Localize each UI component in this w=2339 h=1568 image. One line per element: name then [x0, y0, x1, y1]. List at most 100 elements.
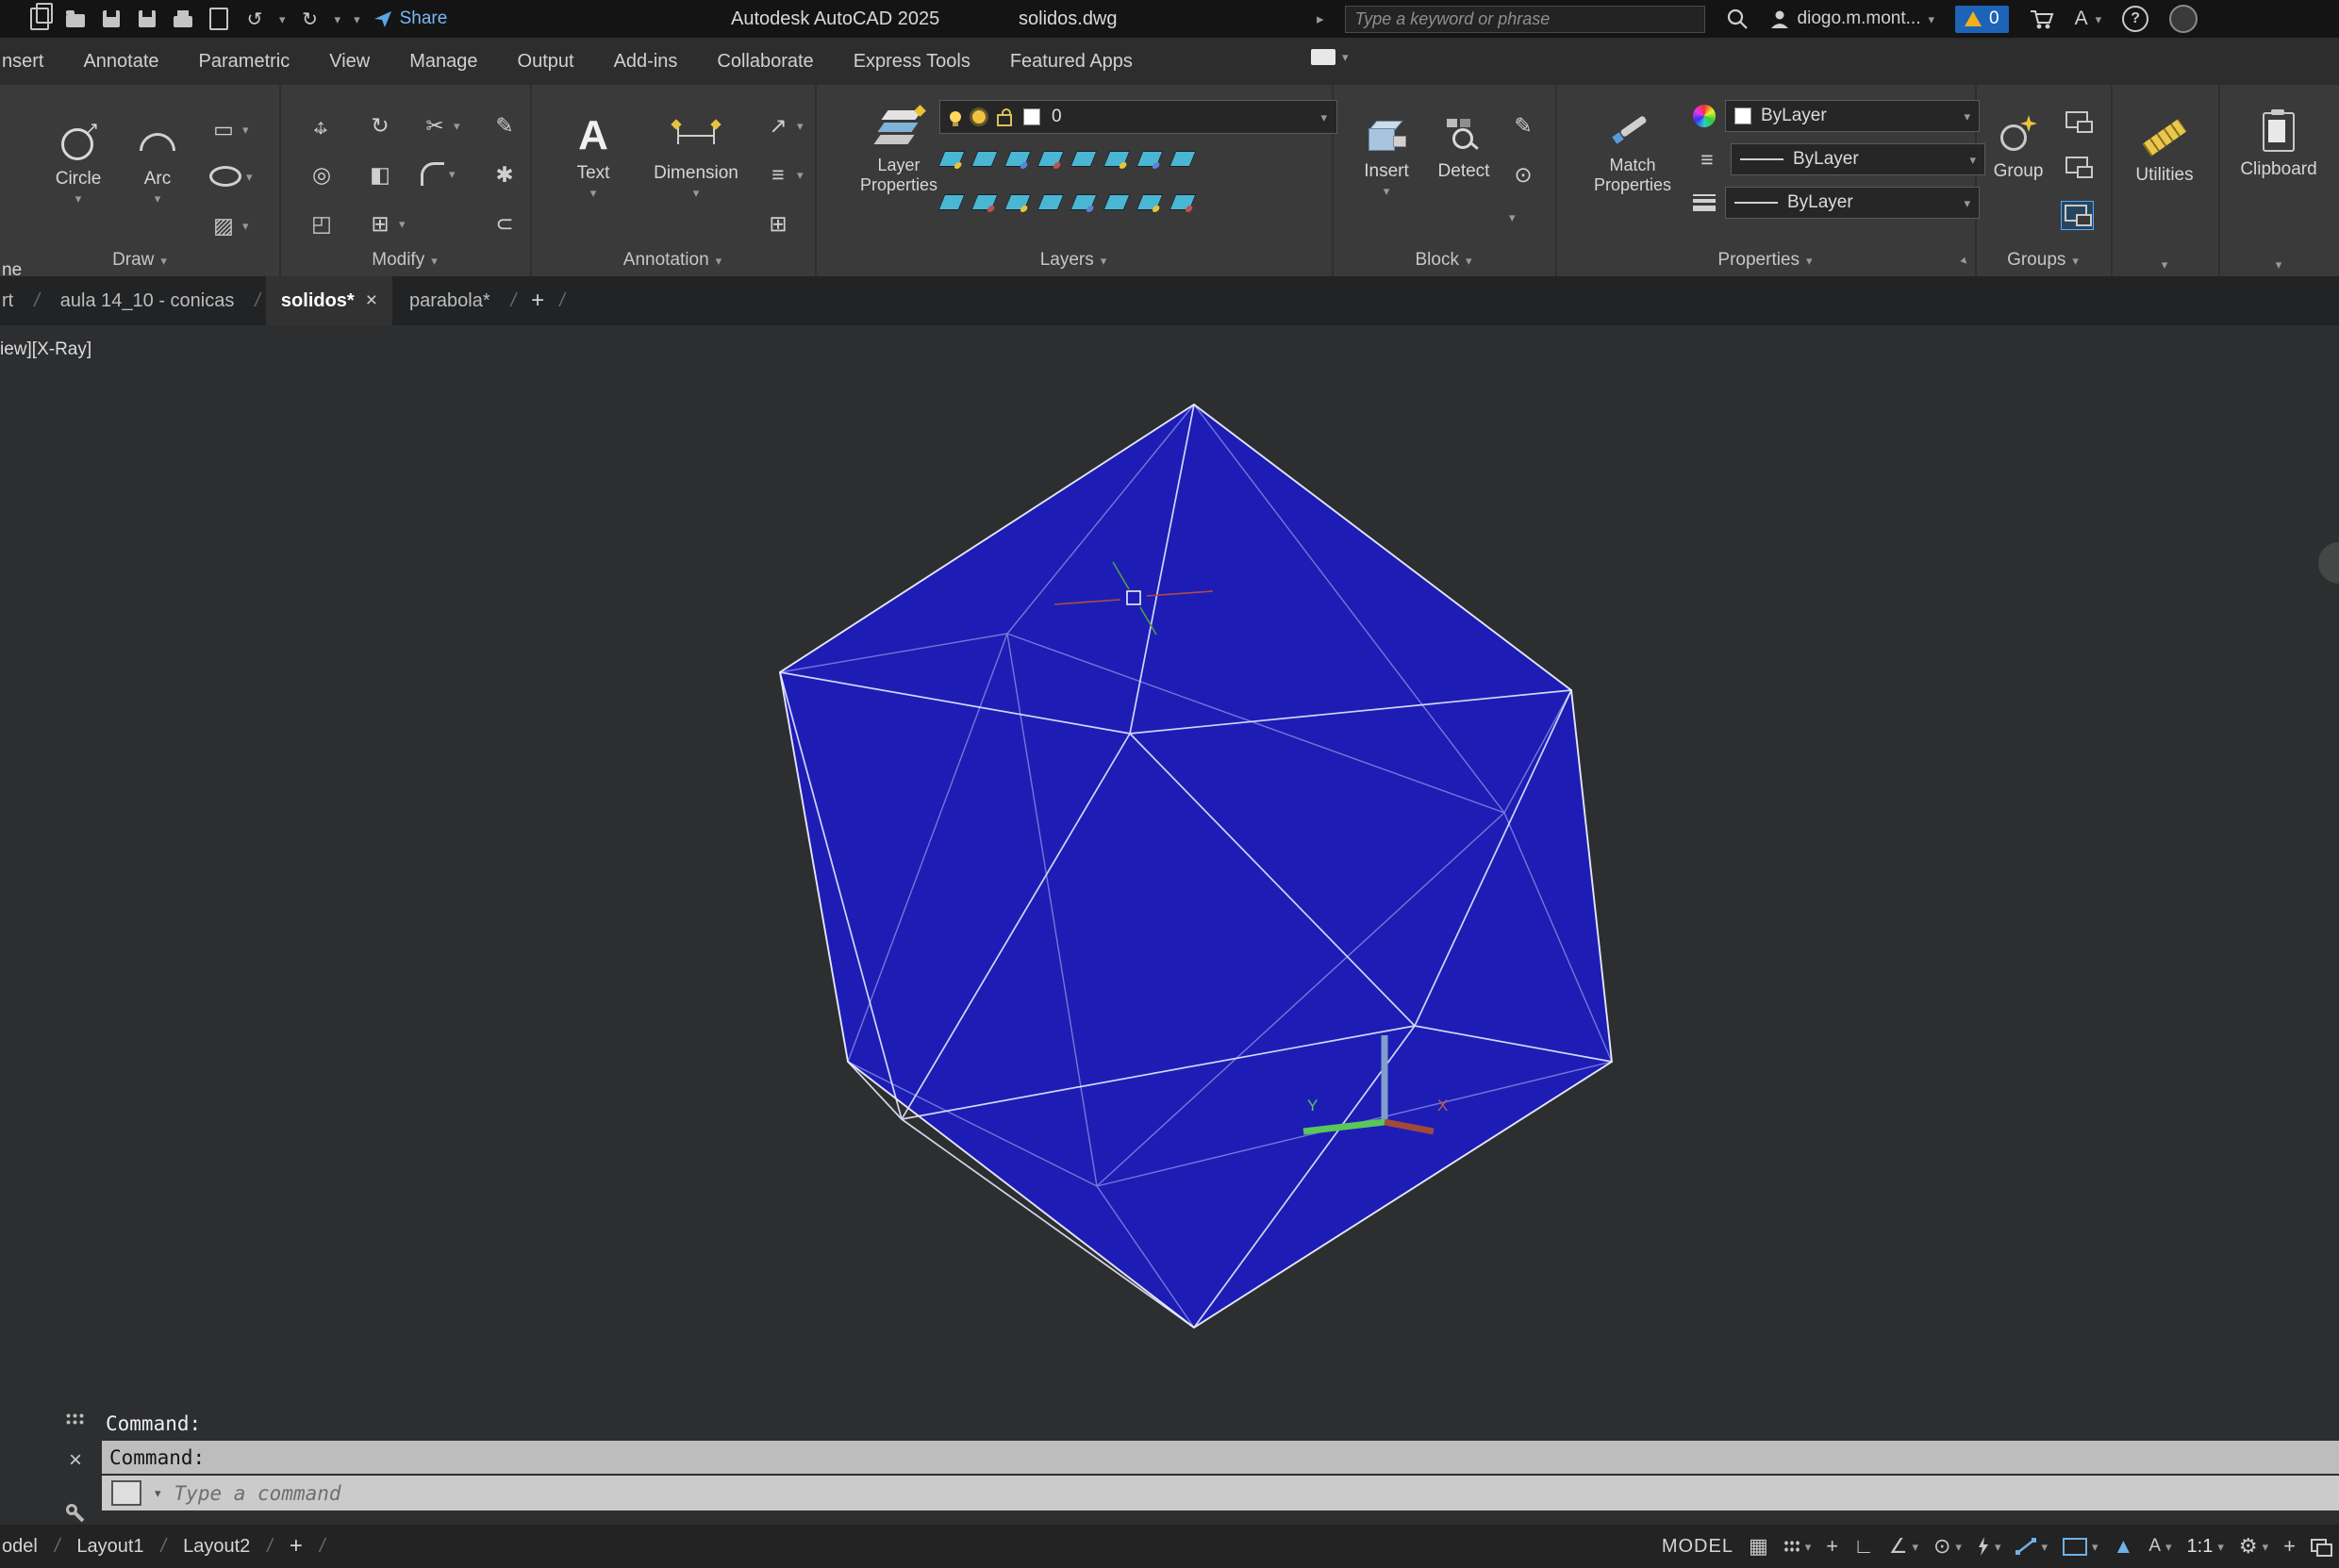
- ortho-toggle[interactable]: ∟: [1853, 1534, 1874, 1559]
- user-account-menu[interactable]: diogo.m.mont... ▾: [1769, 8, 1934, 29]
- command-customize-button[interactable]: [57, 1503, 94, 1524]
- layer-state-icon[interactable]: [1170, 194, 1197, 210]
- layer-state-icon[interactable]: [1136, 194, 1164, 210]
- model-space-toggle[interactable]: MODEL: [1662, 1536, 1734, 1558]
- command-input-row[interactable]: ▾ Type a command: [102, 1476, 2339, 1510]
- autodesk-assistant-menu[interactable]: A ▾: [2075, 8, 2102, 30]
- array-tool[interactable]: ⊞▾: [366, 211, 406, 237]
- object-color-dropdown[interactable]: ByLayer▾: [1725, 100, 1980, 132]
- annotation-visibility-toggle[interactable]: ▲: [2114, 1534, 2134, 1559]
- layer-state-icon[interactable]: [1004, 194, 1032, 210]
- layer-state-icon[interactable]: [1070, 194, 1098, 210]
- layer-state-icon[interactable]: [971, 194, 999, 210]
- search-input[interactable]: Type a keyword or phrase: [1345, 6, 1705, 33]
- group-edit-tool[interactable]: [2062, 202, 2093, 229]
- tab-annotate[interactable]: Annotate: [63, 38, 178, 85]
- panel-label-clipboard[interactable]: ▾: [2218, 258, 2339, 271]
- tab-output[interactable]: Output: [498, 38, 594, 85]
- layer-control-dropdown[interactable]: 0 ▾: [939, 100, 1337, 134]
- save-icon[interactable]: [100, 7, 123, 31]
- fillet-tool[interactable]: ▾: [421, 162, 456, 186]
- panel-label-annotation[interactable]: Annotation▾: [530, 250, 815, 271]
- layer-properties-tool[interactable]: Layer Properties: [843, 104, 954, 194]
- help-icon[interactable]: ?: [2122, 6, 2148, 32]
- explode-tool[interactable]: ✱: [490, 162, 519, 188]
- store-cart-icon[interactable]: [2030, 8, 2054, 30]
- file-tab-conicas[interactable]: aula 14_10 - conicas: [45, 276, 250, 325]
- text-tool[interactable]: A Text ▾: [558, 111, 628, 199]
- new-file-icon[interactable]: [28, 7, 51, 31]
- block-attributes-tool[interactable]: ⊙: [1509, 162, 1537, 188]
- panel-label-layers[interactable]: Layers▾: [815, 250, 1332, 271]
- arc-tool[interactable]: Arc ▾: [124, 117, 191, 205]
- dynamic-input-toggle[interactable]: ▾: [2063, 1538, 2098, 1556]
- open-file-icon[interactable]: [64, 7, 87, 31]
- block-edit-tool[interactable]: ✎: [1509, 113, 1537, 139]
- table-tool[interactable]: ⊞: [764, 211, 792, 237]
- annotation-scale-control[interactable]: 1:1▾: [2187, 1536, 2224, 1558]
- move-tool[interactable]: ↔↕: [307, 113, 334, 140]
- layer-state-icon[interactable]: [1070, 151, 1098, 167]
- rectangle-tool[interactable]: ▭▾: [209, 117, 249, 142]
- offset-tool[interactable]: ◎: [307, 162, 336, 188]
- polar-tracking-toggle[interactable]: ∠▾: [1889, 1534, 1918, 1559]
- panel-label-groups[interactable]: Groups▾: [1975, 250, 2111, 271]
- tab-view[interactable]: View: [309, 38, 390, 85]
- command-drag-handle[interactable]: [57, 1412, 94, 1425]
- layer-state-icon[interactable]: [938, 194, 966, 210]
- redo-button[interactable]: ↻: [299, 7, 322, 31]
- new-layout-button[interactable]: +: [290, 1533, 303, 1560]
- trim-tool[interactable]: ✂▾: [421, 113, 460, 139]
- ungroup-tool[interactable]: [2065, 157, 2088, 173]
- sheet-set-icon[interactable]: [207, 7, 230, 31]
- layer-state-icon[interactable]: [938, 151, 966, 167]
- utilities-tool[interactable]: Utilities: [2122, 113, 2207, 186]
- isodraft-toggle[interactable]: ⊙▾: [1933, 1534, 1962, 1559]
- layout1-tab[interactable]: Layout1: [76, 1536, 143, 1558]
- layer-state-icon[interactable]: [1004, 151, 1032, 167]
- command-prompt-icon[interactable]: [111, 1480, 141, 1506]
- ribbon-display-button[interactable]: ▾: [1311, 49, 1349, 65]
- group-tool[interactable]: Group: [1984, 109, 2052, 182]
- customize-toolbar-icon[interactable]: ▾: [354, 13, 360, 25]
- tab-manage[interactable]: Manage: [390, 38, 497, 85]
- mirror-tool[interactable]: ◧: [366, 162, 394, 188]
- dimension-tool[interactable]: Dimension ▾: [641, 111, 751, 199]
- health-alert-badge[interactable]: 0: [1955, 6, 2009, 33]
- rotate-tool[interactable]: ↻: [366, 113, 394, 139]
- redo-dropdown-icon[interactable]: ▾: [335, 13, 341, 25]
- linetype-dropdown[interactable]: ByLayer▾: [1731, 143, 1985, 175]
- annotation-autoscale-toggle[interactable]: A▾: [2148, 1536, 2171, 1557]
- stretch-tool[interactable]: ⊂: [490, 211, 519, 237]
- annotation-monitor-toggle[interactable]: +: [2283, 1534, 2296, 1559]
- layer-state-icon[interactable]: [1170, 151, 1197, 167]
- hatch-tool[interactable]: ▨▾: [209, 213, 249, 239]
- undo-dropdown-icon[interactable]: ▾: [279, 13, 286, 25]
- infer-constraints-toggle[interactable]: +: [1826, 1534, 1838, 1559]
- clipboard-tool[interactable]: Clipboard: [2239, 107, 2318, 180]
- layer-state-icon[interactable]: [1037, 194, 1065, 210]
- detect-tool[interactable]: Detect: [1430, 109, 1498, 182]
- model-tab[interactable]: odel: [2, 1536, 38, 1558]
- match-properties-tool[interactable]: Match Properties: [1580, 104, 1685, 194]
- layer-state-icon[interactable]: [971, 151, 999, 167]
- panel-label-properties[interactable]: Properties▾: [1555, 250, 1975, 271]
- tab-featured-apps[interactable]: Featured Apps: [990, 38, 1153, 85]
- search-expand-icon[interactable]: ▸: [1317, 12, 1324, 26]
- plot-icon[interactable]: [172, 7, 194, 31]
- panel-label-modify[interactable]: Modify▾: [279, 250, 530, 271]
- tab-express-tools[interactable]: Express Tools: [834, 38, 990, 85]
- drawing-canvas[interactable]: [0, 325, 2339, 1568]
- command-input[interactable]: Type a command: [174, 1482, 341, 1505]
- layer-state-icon[interactable]: [1103, 194, 1131, 210]
- multileader-tool[interactable]: ≡▾: [764, 162, 804, 188]
- block-more-tool[interactable]: ▾: [1509, 211, 1516, 223]
- layout2-tab[interactable]: Layout2: [183, 1536, 250, 1558]
- file-tab-solidos[interactable]: solidos* ×: [266, 276, 392, 325]
- close-tab-icon[interactable]: ×: [366, 289, 377, 312]
- object-snap-tracking-toggle[interactable]: ▾: [1977, 1537, 2001, 1556]
- color-wheel-icon[interactable]: [1693, 105, 1716, 127]
- apps-menu-icon[interactable]: [2169, 5, 2198, 33]
- command-close-button[interactable]: ×: [57, 1447, 94, 1474]
- isolate-objects-toggle[interactable]: [2311, 1539, 2330, 1554]
